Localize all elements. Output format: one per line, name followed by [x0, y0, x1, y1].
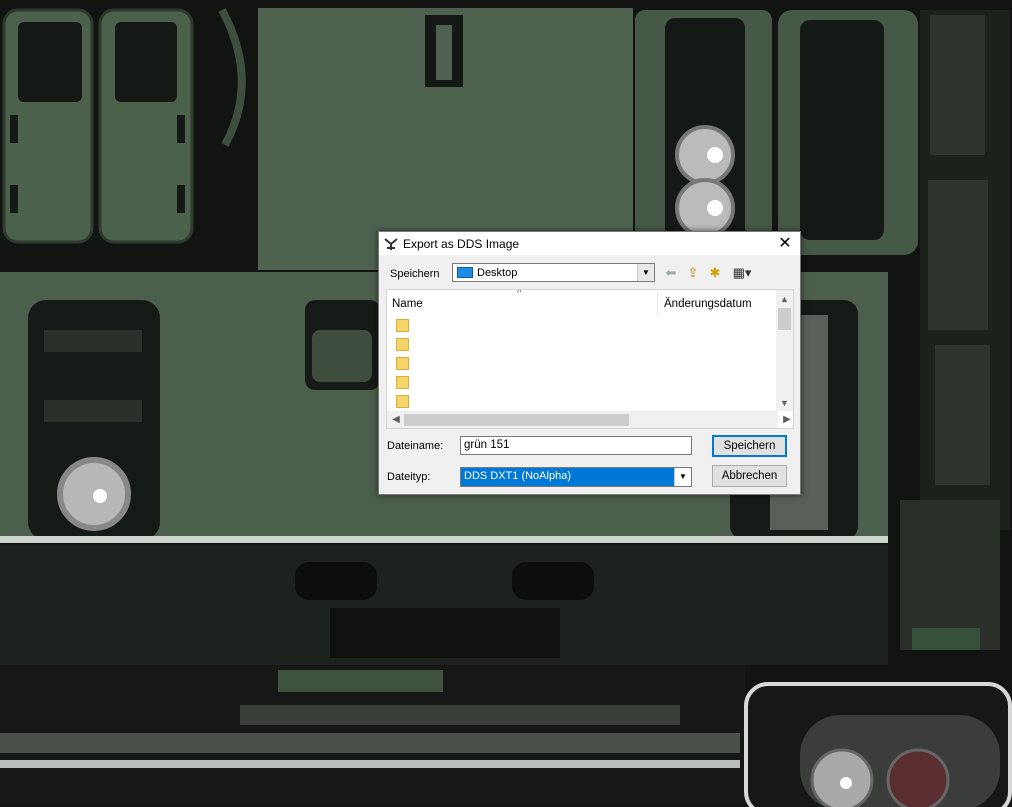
file-list[interactable]: ^ Name Änderungsdatum ▲ ▼ ◀ ▶	[386, 289, 794, 429]
location-dropdown[interactable]: Desktop ▼	[452, 263, 655, 282]
folder-icon[interactable]	[396, 357, 409, 370]
scroll-right-icon[interactable]: ▶	[779, 411, 793, 428]
view-menu-icon[interactable]: ▦▾	[729, 265, 755, 281]
column-header-name[interactable]: Name	[392, 295, 423, 313]
new-folder-icon[interactable]: ✱	[706, 265, 724, 281]
save-button[interactable]: Speichern	[712, 435, 787, 457]
scroll-down-icon[interactable]: ▼	[776, 395, 793, 411]
dialog-title: Export as DDS Image	[403, 237, 520, 251]
chevron-down-icon[interactable]: ▼	[674, 468, 691, 486]
folder-icon[interactable]	[396, 319, 409, 332]
horizontal-scrollbar[interactable]: ◀ ▶	[387, 411, 791, 428]
sort-caret-icon: ^	[517, 289, 522, 299]
chevron-down-icon[interactable]: ▼	[637, 264, 654, 281]
horizontal-scroll-thumb[interactable]	[404, 414, 629, 426]
folder-icon[interactable]	[396, 338, 409, 351]
filetype-dropdown[interactable]: DDS DXT1 (NoAlpha) ▼	[460, 467, 692, 487]
dialog-titlebar[interactable]: Export as DDS Image ✕	[379, 232, 800, 255]
close-button[interactable]: ✕	[770, 232, 800, 255]
app-icon	[384, 238, 398, 250]
back-arrow-icon[interactable]: ⬅	[662, 265, 680, 281]
save-in-label: Speichern	[390, 268, 440, 280]
filetype-label: Dateityp:	[387, 471, 431, 483]
up-folder-icon[interactable]: ⇪	[684, 265, 702, 281]
filetype-value: DDS DXT1 (NoAlpha)	[464, 470, 571, 482]
export-dds-dialog: Export as DDS Image ✕ Speichern Desktop …	[378, 231, 801, 495]
filename-label: Dateiname:	[387, 440, 444, 452]
scroll-up-icon[interactable]: ▲	[776, 291, 793, 307]
filename-input[interactable]: grün 151	[460, 436, 692, 455]
vertical-scroll-thumb[interactable]	[778, 308, 791, 330]
cancel-button[interactable]: Abbrechen	[712, 465, 787, 487]
vertical-scrollbar[interactable]: ▲ ▼	[776, 290, 793, 411]
column-header-date[interactable]: Änderungsdatum	[664, 295, 752, 313]
scroll-left-icon[interactable]: ◀	[388, 411, 404, 428]
desktop-icon	[457, 267, 473, 278]
location-value: Desktop	[477, 267, 518, 279]
folder-icon[interactable]	[396, 395, 409, 408]
column-separator[interactable]	[657, 292, 658, 314]
folder-icon[interactable]	[396, 376, 409, 389]
